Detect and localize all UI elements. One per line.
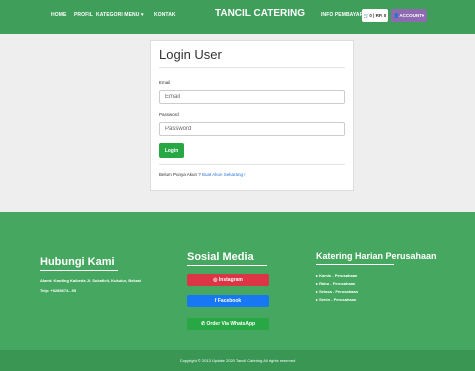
brand-title[interactable]: TANCIL CATERING xyxy=(215,8,305,19)
facebook-button[interactable]: f Facebook xyxy=(187,295,269,307)
catering-item-label: Kamis - Perusahaan xyxy=(319,273,358,278)
footer-title-underline xyxy=(316,264,394,265)
nav-kategori-menu-label: KATEGORI MENU xyxy=(96,12,140,18)
catering-list-item[interactable]: ▸ Senin - Perusahaan xyxy=(316,297,356,302)
login-button[interactable]: Login xyxy=(159,143,184,158)
navbar: HOME PROFIL KATEGORI MENU ▾ KONTAK TANCI… xyxy=(0,0,475,34)
chevron-right-icon: ▸ xyxy=(316,289,319,294)
whatsapp-icon: ✆ xyxy=(200,321,206,327)
footer-address: Alamt: Kawling Kaibeda Jl. Sukaficit, Ku… xyxy=(40,278,142,283)
navbar-inner: HOME PROFIL KATEGORI MENU ▾ KONTAK TANCI… xyxy=(38,0,458,34)
divider xyxy=(159,164,345,165)
chevron-right-icon: ▸ xyxy=(316,273,319,278)
footer-contact-title: Hubungi Kami xyxy=(40,256,115,268)
copyright-bar: Copyright © 2013 Update 2020 Tancil Cate… xyxy=(0,350,475,371)
whatsapp-label: Order Via WhatsApp xyxy=(206,321,256,327)
chevron-right-icon: ▸ xyxy=(316,297,319,302)
email-label: Email xyxy=(159,80,171,85)
cart-button[interactable]: 🛒0 | RP. 0 xyxy=(362,9,388,22)
catering-list-item[interactable]: ▸ Rabu - Perusahaan xyxy=(316,281,355,286)
account-label: ACCOUNT xyxy=(399,13,422,18)
email-field[interactable] xyxy=(159,90,345,104)
password-field[interactable] xyxy=(159,122,345,136)
login-card xyxy=(150,40,354,191)
footer-title-underline xyxy=(187,265,267,266)
footer-social-title: Sosial Media xyxy=(187,251,254,263)
divider xyxy=(159,67,345,68)
account-button[interactable]: 👤ACCOUNT▾ xyxy=(391,9,427,22)
register-link[interactable]: Buat Akun Sekarang ! xyxy=(202,172,246,177)
chevron-right-icon: ▸ xyxy=(316,281,319,286)
catering-item-label: Selasa - Perusahaan xyxy=(319,289,359,294)
catering-item-label: Senin - Perusahaan xyxy=(319,297,357,302)
nav-kategori-menu[interactable]: KATEGORI MENU ▾ xyxy=(96,12,144,18)
footer-title-underline xyxy=(40,270,118,271)
nav-home[interactable]: HOME xyxy=(51,12,66,18)
copyright-text: Copyright © 2013 Update 2020 Tancil Cate… xyxy=(179,358,296,363)
chevron-down-icon: ▾ xyxy=(140,12,144,18)
footer-phone: Telp: +6289674...95 xyxy=(40,288,77,293)
instagram-icon: ◎ xyxy=(213,277,218,283)
catering-item-label: Rabu - Perusahaan xyxy=(319,281,356,286)
password-label: Password xyxy=(159,112,179,117)
instagram-button[interactable]: ◎ Instagram xyxy=(187,274,269,286)
chevron-down-icon: ▾ xyxy=(421,13,425,18)
catering-list-item[interactable]: ▸ Kamis - Perusahaan xyxy=(316,273,357,278)
facebook-label: Facebook xyxy=(217,298,242,304)
instagram-label: Instagram xyxy=(218,277,243,283)
register-prefix: Belum Punya Akun ? xyxy=(159,172,203,177)
nav-kontak[interactable]: KONTAK xyxy=(154,12,176,18)
whatsapp-button[interactable]: ✆ Order Via WhatsApp xyxy=(187,318,269,330)
facebook-icon: f xyxy=(214,298,217,304)
login-title: Login User xyxy=(159,47,222,62)
footer: Hubungi Kami Alamt: Kawling Kaibeda Jl. … xyxy=(0,212,475,350)
register-prompt: Belum Punya Akun ? Buat Akun Sekarang ! xyxy=(159,172,246,177)
nav-profil[interactable]: PROFIL xyxy=(74,12,93,18)
catering-list-item[interactable]: ▸ Selasa - Perusahaan xyxy=(316,289,358,294)
footer-catering-title: Katering Harian Perusahaan xyxy=(316,251,437,261)
cart-label: 0 | RP. 0 xyxy=(369,13,387,18)
